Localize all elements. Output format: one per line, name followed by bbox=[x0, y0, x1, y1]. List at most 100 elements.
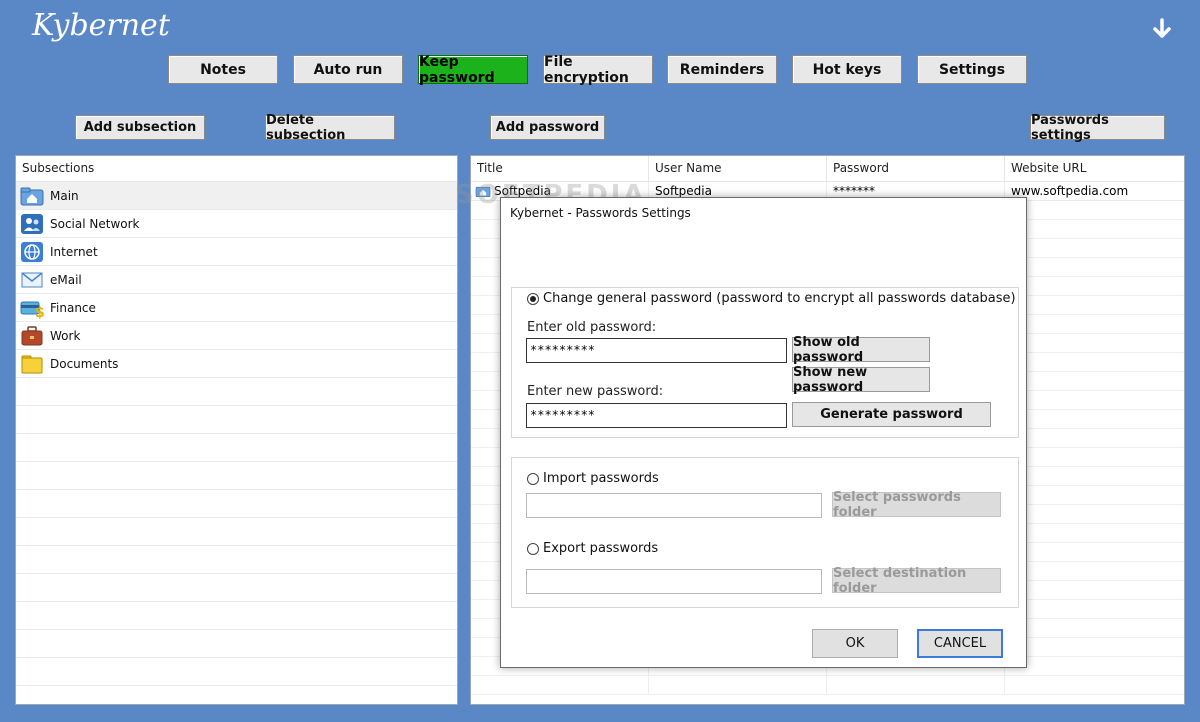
empty-grid-cell bbox=[1005, 334, 1184, 352]
radio-unselected-icon bbox=[527, 472, 539, 485]
column-website-url[interactable]: Website URL bbox=[1005, 156, 1184, 181]
tab-file-encryption[interactable]: File encryption bbox=[543, 54, 653, 86]
arrow-down-icon[interactable] bbox=[1152, 18, 1172, 40]
cancel-button[interactable]: CANCEL bbox=[917, 629, 1003, 658]
envelope-icon bbox=[20, 269, 44, 291]
empty-grid-cell bbox=[1005, 581, 1184, 599]
empty-row bbox=[16, 658, 457, 686]
empty-grid-cell bbox=[827, 676, 1005, 694]
ok-button[interactable]: OK bbox=[812, 629, 898, 658]
select-destination-folder-button[interactable]: Select destination folder bbox=[832, 566, 1001, 596]
column-password[interactable]: Password bbox=[827, 156, 1005, 181]
empty-grid-cell bbox=[649, 676, 827, 694]
empty-grid-cell bbox=[1005, 619, 1184, 637]
tab-settings[interactable]: Settings bbox=[917, 55, 1027, 84]
empty-grid-cell bbox=[1005, 296, 1184, 314]
empty-row bbox=[16, 518, 457, 546]
empty-grid-cell bbox=[1005, 676, 1184, 694]
empty-grid-cell bbox=[471, 676, 649, 694]
empty-grid-cell bbox=[1005, 429, 1184, 447]
empty-grid-cell bbox=[1005, 239, 1184, 257]
subsection-item-internet[interactable]: Internet bbox=[16, 238, 457, 266]
change-general-password-radio[interactable]: Change general password (password to enc… bbox=[527, 291, 1016, 306]
new-password-label: Enter new password: bbox=[527, 384, 664, 399]
empty-row bbox=[16, 490, 457, 518]
tab-reminders[interactable]: Reminders bbox=[667, 55, 777, 84]
empty-grid-cell bbox=[1005, 258, 1184, 276]
subsection-label: eMail bbox=[50, 272, 82, 287]
empty-grid-cell bbox=[1005, 220, 1184, 238]
change-general-password-label: Change general password (password to enc… bbox=[543, 291, 1016, 306]
empty-grid-row bbox=[471, 676, 1184, 695]
old-password-label: Enter old password: bbox=[527, 320, 657, 335]
empty-grid-cell bbox=[1005, 524, 1184, 542]
show-old-password-button[interactable]: Show old password bbox=[792, 335, 930, 365]
column-user-name[interactable]: User Name bbox=[649, 156, 827, 181]
empty-grid-cell bbox=[1005, 353, 1184, 371]
empty-grid-cell bbox=[1005, 505, 1184, 523]
subsection-label: Internet bbox=[50, 244, 98, 259]
empty-row bbox=[16, 406, 457, 434]
import-passwords-label: Import passwords bbox=[543, 471, 659, 486]
export-path-field[interactable] bbox=[526, 569, 822, 594]
finance-card-icon: $ bbox=[20, 297, 45, 321]
select-passwords-folder-button[interactable]: Select passwords folder bbox=[832, 490, 1001, 520]
export-passwords-label: Export passwords bbox=[543, 541, 659, 556]
column-title[interactable]: Title bbox=[471, 156, 649, 181]
subsection-item-finance[interactable]: $ Finance bbox=[16, 294, 457, 322]
grid-header: Title User Name Password Website URL bbox=[471, 156, 1184, 182]
old-password-field[interactable]: ********* bbox=[526, 338, 787, 363]
passwords-settings-button[interactable]: Passwords settings bbox=[1030, 113, 1165, 143]
empty-grid-cell bbox=[1005, 600, 1184, 618]
add-subsection-button[interactable]: Add subsection bbox=[75, 115, 205, 140]
tab-keep-password[interactable]: Keep password bbox=[418, 54, 528, 86]
empty-row bbox=[16, 546, 457, 574]
new-password-field[interactable]: ********* bbox=[526, 403, 787, 428]
empty-grid-cell bbox=[1005, 543, 1184, 561]
empty-grid-cell bbox=[1005, 467, 1184, 485]
empty-grid-cell bbox=[1005, 448, 1184, 466]
app-title: Kybernet bbox=[32, 8, 170, 43]
add-password-button[interactable]: Add password bbox=[490, 115, 605, 140]
subsection-label: Social Network bbox=[50, 216, 140, 231]
cell-website-url: www.softpedia.com bbox=[1011, 184, 1129, 198]
subsection-label: Finance bbox=[50, 300, 96, 315]
empty-row bbox=[16, 630, 457, 658]
subsection-item-social-network[interactable]: Social Network bbox=[16, 210, 457, 238]
empty-grid-cell bbox=[1005, 410, 1184, 428]
empty-grid-cell bbox=[1005, 486, 1184, 504]
empty-grid-cell bbox=[1005, 315, 1184, 333]
folder-icon bbox=[20, 353, 44, 375]
passwords-settings-dialog: Kybernet - Passwords Settings Change gen… bbox=[500, 197, 1027, 668]
tab-auto-run[interactable]: Auto run bbox=[293, 55, 403, 84]
empty-grid-cell bbox=[1005, 372, 1184, 390]
export-passwords-radio[interactable]: Export passwords bbox=[527, 541, 658, 556]
subsections-panel: Subsections Main Social Network Internet… bbox=[15, 155, 458, 705]
dialog-title: Kybernet - Passwords Settings bbox=[510, 206, 691, 220]
empty-grid-cell bbox=[1005, 638, 1184, 656]
show-new-password-button[interactable]: Show new password bbox=[792, 365, 930, 395]
internet-globe-icon bbox=[20, 241, 44, 263]
empty-grid-cell bbox=[1005, 562, 1184, 580]
empty-row bbox=[16, 462, 457, 490]
subsection-item-email[interactable]: eMail bbox=[16, 266, 457, 294]
empty-grid-cell bbox=[1005, 391, 1184, 409]
subsection-item-main[interactable]: Main bbox=[16, 182, 457, 210]
tab-hot-keys[interactable]: Hot keys bbox=[792, 55, 902, 84]
import-path-field[interactable] bbox=[526, 493, 822, 518]
tab-notes[interactable]: Notes bbox=[168, 55, 278, 84]
subsection-label: Documents bbox=[50, 356, 119, 371]
radio-selected-icon bbox=[527, 292, 539, 305]
empty-row bbox=[16, 378, 457, 406]
delete-subsection-button[interactable]: Delete subsection bbox=[265, 113, 395, 143]
subsection-label: Work bbox=[50, 328, 81, 343]
home-folder-icon bbox=[20, 185, 44, 207]
empty-row bbox=[16, 686, 457, 704]
subsection-item-documents[interactable]: Documents bbox=[16, 350, 457, 378]
empty-grid-cell bbox=[1005, 201, 1184, 219]
import-passwords-radio[interactable]: Import passwords bbox=[527, 471, 659, 486]
svg-text:$: $ bbox=[35, 305, 44, 319]
subsection-item-work[interactable]: Work bbox=[16, 322, 457, 350]
empty-grid-cell bbox=[1005, 657, 1184, 675]
generate-password-button[interactable]: Generate password bbox=[792, 402, 991, 427]
